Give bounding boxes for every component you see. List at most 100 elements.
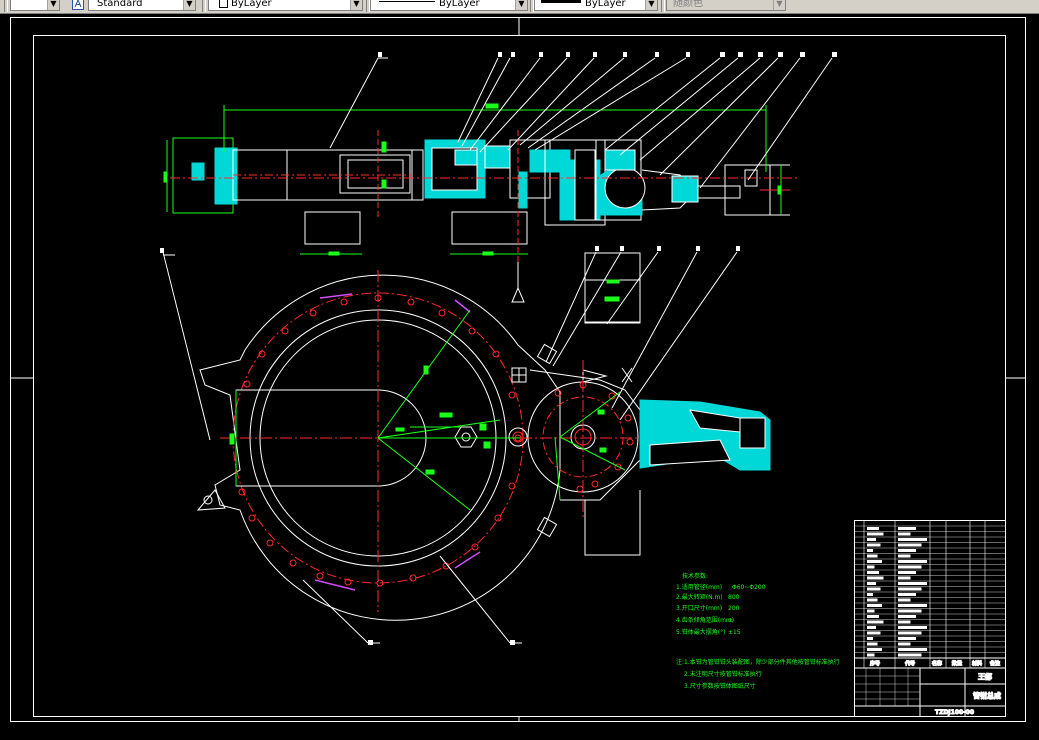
- color-swatch: [219, 0, 228, 8]
- note-line: 4.齿条倾角范围(mm): [676, 616, 734, 624]
- col-header: 名称: [932, 660, 942, 667]
- title-block: 序号 代号 名称 数量 材料 备注 王都 管钳总成 TZDJ100-00: [854, 520, 1006, 717]
- toolbar-separator: [4, 0, 8, 12]
- chevron-down-icon[interactable]: ▼: [515, 0, 527, 10]
- properties-toolbar: ▼ Standard ▼ ByLayer ▼ ByLayer ▼ ByLayer…: [0, 0, 1039, 14]
- parts-list-cell-text: [898, 598, 911, 602]
- parts-list-cell-text: [867, 620, 884, 624]
- parts-list-cell-text: [867, 604, 882, 607]
- linetype-control-dropdown[interactable]: ByLayer ▼: [370, 0, 528, 11]
- color-control-dropdown[interactable]: ByLayer ▼: [208, 0, 363, 11]
- parts-list-cell-text: [867, 598, 878, 602]
- parts-list-cell-text: [867, 549, 873, 552]
- parts-list-cell-text: [867, 609, 875, 613]
- parts-list-cell-text: [898, 653, 922, 657]
- col-header: 材料: [972, 660, 982, 667]
- parts-list-cell-text: [898, 576, 911, 580]
- remarks-heading: 注:: [676, 658, 684, 666]
- note-line: 1.适用管径(mm): [676, 583, 722, 591]
- plotstyle-control-value: 随颜色: [673, 0, 703, 9]
- notes-heading: 技术参数:: [682, 572, 708, 580]
- parts-list-cell-text: [867, 637, 873, 640]
- note-value: Φ60~Φ200: [732, 584, 766, 591]
- parts-list-cell-text: [867, 615, 879, 618]
- chevron-down-icon[interactable]: ▼: [773, 0, 785, 10]
- parts-list-cell-text: [867, 543, 881, 547]
- parts-list-cell-text: [898, 609, 922, 613]
- note-value: ±: [728, 617, 733, 624]
- chevron-down-icon[interactable]: ▼: [183, 0, 195, 10]
- parts-list-cell-text: [867, 571, 879, 574]
- note-value: 200: [728, 605, 740, 612]
- parts-list-cell-text: [898, 582, 927, 585]
- parts-list-cell-text: [898, 626, 927, 629]
- parts-list-cell-text: [867, 626, 876, 629]
- drawing-number: TZDJ100-00: [935, 709, 974, 716]
- parts-list-cell-text: [898, 538, 927, 541]
- parts-list-cell-text: [867, 582, 876, 585]
- parts-list-cell-text: [867, 642, 878, 646]
- toolbar-separator: [202, 0, 206, 12]
- linetype-sample: [379, 1, 435, 2]
- parts-list-cell-text: [867, 587, 881, 591]
- parts-list-cell-text: [867, 532, 884, 536]
- plotstyle-control-dropdown[interactable]: 随颜色 ▼: [666, 0, 786, 11]
- col-header: 数量: [952, 660, 962, 667]
- parts-list-cell-text: [867, 560, 882, 563]
- note-value: 800: [728, 594, 740, 601]
- parts-list-cell-text: [898, 527, 916, 530]
- drawing-canvas[interactable]: 技术参数: 1.适用管径(mm) Φ60~Φ200 2.最大转矩(N.m) 80…: [0, 14, 1039, 740]
- parts-list-cell-text: [898, 637, 916, 640]
- top-section-view: [163, 103, 800, 270]
- parts-list-cell-text: [898, 532, 911, 536]
- parts-list-cell-text: [867, 631, 881, 635]
- parts-list-cell-text: [867, 554, 878, 558]
- parts-list-cell-text: [898, 587, 922, 591]
- parts-list-cell-text: [898, 560, 927, 563]
- note-line: 5.钳体最大摆角(°): [676, 628, 725, 636]
- parts-list-cell-text: [898, 620, 911, 624]
- col-header: 序号: [869, 660, 880, 667]
- col-header: 代号: [904, 660, 915, 667]
- parts-list-cell-text: [898, 593, 916, 596]
- chevron-down-icon[interactable]: ▼: [645, 0, 657, 10]
- plan-view: [196, 252, 771, 621]
- text-style-dropdown[interactable]: Standard ▼: [88, 0, 196, 11]
- color-control-value: ByLayer: [231, 0, 272, 9]
- parts-list-cell-text: [898, 543, 922, 547]
- lineweight-control-value: ByLayer: [585, 0, 626, 9]
- parts-list-cell-text: [867, 648, 882, 651]
- parts-list-cell-text: [898, 549, 916, 552]
- text-style-value: Standard: [97, 0, 143, 9]
- parts-list-cell-text: [867, 565, 875, 569]
- parts-list-cell-text: [898, 648, 927, 651]
- linetype-control-value: ByLayer: [439, 0, 480, 9]
- lineweight-control-dropdown[interactable]: ByLayer ▼: [534, 0, 658, 11]
- parts-list-cell-text: [898, 642, 911, 646]
- col-header: 备注: [989, 660, 1000, 667]
- parts-list-cell-text: [867, 527, 879, 530]
- parts-list-cell-text: [867, 593, 873, 596]
- lineweight-sample: [541, 0, 581, 3]
- remark-line: 3.尺寸参数按钳体图纸尺寸: [684, 682, 756, 690]
- remark-line: 2.未注明尺寸按管钳标准执行: [684, 670, 762, 678]
- text-style-icon[interactable]: [72, 0, 84, 10]
- note-value: ±15: [728, 629, 741, 636]
- technical-notes: 技术参数: 1.适用管径(mm) Φ60~Φ200 2.最大转矩(N.m) 80…: [676, 572, 840, 690]
- parts-list-cell-text: [898, 565, 922, 569]
- parts-list-rows: [854, 525, 1005, 657]
- note-line: 2.最大转矩(N.m): [676, 593, 723, 601]
- parts-list-cell-text: [898, 554, 911, 558]
- note-line: 3.开口尺寸(mm): [676, 604, 722, 612]
- drawing-title: 管钳总成: [973, 691, 1001, 700]
- toolbar-separator: [661, 0, 665, 12]
- chevron-down-icon[interactable]: ▼: [350, 0, 362, 10]
- parts-list-grid: [863, 520, 986, 668]
- chevron-down-icon[interactable]: ▼: [47, 0, 59, 10]
- layer-combo[interactable]: ▼: [10, 0, 60, 11]
- parts-list-cell-text: [867, 653, 875, 657]
- company-name: 王都: [978, 672, 992, 681]
- parts-list-cell-text: [898, 615, 916, 618]
- parts-list-cell-text: [898, 631, 922, 635]
- remark-line: 1.本钳为管钳钳头装配图，除少部分件其他按管钳标准执行: [684, 658, 840, 666]
